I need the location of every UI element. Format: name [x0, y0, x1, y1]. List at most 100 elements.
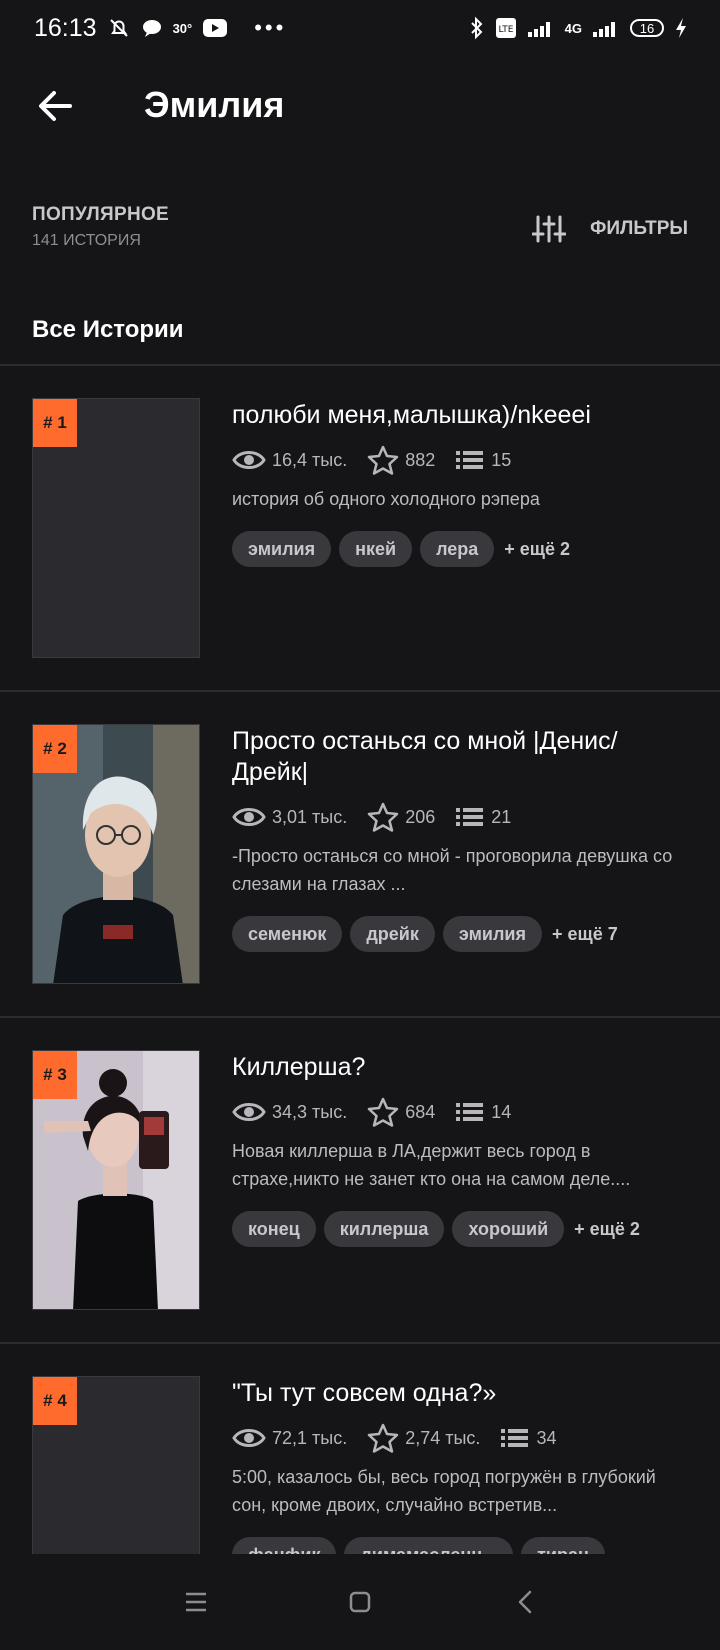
svg-text:LTE: LTE	[498, 25, 513, 35]
votes-count: 206	[405, 806, 436, 827]
rank-badge: # 3	[33, 1051, 77, 1099]
tag-chip[interactable]: киллерша	[323, 1211, 445, 1247]
star-icon	[367, 1423, 399, 1453]
parts-count: 21	[491, 806, 512, 827]
sliders-icon	[532, 215, 567, 243]
arrow-left-icon	[39, 91, 72, 121]
signal-icon-2	[593, 22, 615, 37]
views-stat: 34,3 тыс.	[232, 1100, 347, 1124]
status-time: 16:13	[34, 13, 97, 42]
signal-icon	[527, 22, 550, 37]
back-nav-button[interactable]	[502, 1578, 550, 1626]
story-stats: 3,01 тыс. 206 21	[232, 802, 688, 832]
story-stats: 34,3 тыс. 684 14	[232, 1097, 688, 1127]
star-icon	[367, 802, 399, 832]
list-icon	[456, 808, 484, 826]
parts-count: 15	[491, 449, 512, 470]
tag-list: семенюк дрейк эмилия + ещё 7	[232, 916, 688, 952]
story-stats: 16,4 тыс. 882 15	[232, 445, 688, 475]
views-count: 16,4 тыс.	[272, 449, 348, 470]
tag-chip[interactable]: семенюк	[232, 916, 343, 952]
more-tags-link[interactable]: + ещё 2	[504, 539, 570, 560]
story-cover[interactable]: # 4	[32, 1376, 200, 1554]
volte-icon: LTE	[495, 18, 516, 38]
rank-badge: # 4	[33, 1377, 77, 1425]
eye-icon	[232, 451, 266, 469]
menu-icon	[186, 1592, 206, 1612]
list-icon	[501, 1429, 529, 1447]
story-item[interactable]: # 2 Просто останься со мной |Денис/Дрейк…	[0, 692, 720, 1018]
chevron-left-icon	[518, 1590, 532, 1614]
status-bar: 16:13 30° ••• LTE 4G 16	[0, 0, 720, 56]
votes-stat: 2,74 тыс.	[367, 1423, 480, 1453]
story-cover[interactable]: # 1	[32, 398, 200, 658]
tag-list: конец киллерша хороший + ещё 2	[232, 1211, 688, 1247]
back-button[interactable]	[36, 86, 76, 126]
youtube-icon	[203, 19, 228, 37]
tag-chip[interactable]: нкей	[339, 531, 413, 567]
filter-label: ФИЛЬТРЫ	[590, 218, 688, 239]
system-nav-bar	[0, 1556, 720, 1650]
more-tags-link[interactable]: + ещё 2	[574, 1219, 640, 1240]
rank-badge: # 2	[33, 725, 77, 773]
story-description: Новая киллерша в ЛА,держит весь город в …	[232, 1141, 631, 1189]
tag-chip[interactable]: лера	[420, 531, 495, 567]
bluetooth-icon	[470, 16, 483, 40]
tag-chip[interactable]: хороший	[452, 1211, 565, 1247]
story-title[interactable]: "Ты тут совсем одна?»	[232, 1378, 688, 1409]
muted-bell-icon	[109, 19, 128, 37]
story-cover[interactable]: # 2	[32, 724, 200, 984]
story-title[interactable]: Просто останься со мной |Денис/Дрейк|	[232, 726, 688, 788]
tag-chip[interactable]: фанфик	[232, 1537, 337, 1554]
tag-chip[interactable]: конец	[232, 1211, 316, 1247]
parts-count: 14	[491, 1101, 512, 1122]
list-icon	[456, 451, 484, 469]
more-tags-link[interactable]: + ещё 7	[552, 924, 618, 945]
tag-chip[interactable]: тиран	[521, 1537, 605, 1554]
more-notifications-icon: •••	[254, 15, 287, 40]
star-icon	[367, 1097, 399, 1127]
story-item[interactable]: # 3 Киллерша? 34,3 тыс. 684 14 Новая кил…	[0, 1018, 720, 1344]
eye-icon	[232, 1103, 266, 1121]
tag-chip[interactable]: эмилия	[442, 916, 542, 952]
views-stat: 72,1 тыс.	[232, 1426, 347, 1450]
parts-count: 34	[536, 1427, 557, 1448]
views-count: 34,3 тыс.	[272, 1101, 348, 1122]
story-item[interactable]: # 4 "Ты тут совсем одна?» 72,1 тыс. 2,74…	[0, 1344, 720, 1554]
tag-chip[interactable]: димамасленн...	[344, 1537, 514, 1554]
story-description: история об одного холодного рэпера	[232, 489, 540, 509]
votes-stat: 882	[367, 445, 435, 475]
parts-stat: 21	[455, 805, 511, 829]
parts-stat: 15	[455, 448, 511, 472]
parts-stat: 34	[500, 1426, 556, 1450]
section-title: Все Истории	[32, 316, 184, 343]
votes-count: 684	[405, 1101, 436, 1122]
tag-chip[interactable]: дрейк	[350, 916, 435, 952]
home-nav-button[interactable]	[336, 1578, 384, 1626]
network-type: 4G	[564, 20, 582, 36]
story-item[interactable]: # 1 полюби меня,малышка)/nkeeei 16,4 тыс…	[0, 366, 720, 692]
tag-list: эмилия нкей лера + ещё 2	[232, 531, 688, 567]
sort-bar: ПОПУЛЯРНОЕ 141 ИСТОРИЯ ФИЛЬТРЫ	[32, 204, 688, 264]
eye-icon	[232, 1429, 266, 1447]
eye-icon	[232, 808, 266, 826]
tag-chip[interactable]: эмилия	[232, 531, 332, 567]
votes-count: 882	[405, 449, 436, 470]
menu-nav-button[interactable]	[172, 1578, 220, 1626]
views-stat: 3,01 тыс.	[232, 805, 347, 829]
story-title[interactable]: Киллерша?	[232, 1052, 688, 1083]
star-icon	[367, 445, 399, 475]
list-icon	[456, 1103, 484, 1121]
story-cover[interactable]: # 3	[32, 1050, 200, 1310]
tag-list: фанфик димамасленн... тиран	[232, 1537, 688, 1554]
rank-badge: # 1	[33, 399, 77, 447]
top-bar: Эмилия	[0, 68, 720, 148]
battery-icon: 16	[630, 19, 664, 37]
parts-stat: 14	[455, 1100, 511, 1124]
views-count: 3,01 тыс.	[272, 806, 348, 827]
votes-count: 2,74 тыс.	[405, 1427, 481, 1448]
views-count: 72,1 тыс.	[272, 1427, 348, 1448]
filter-button[interactable]: ФИЛЬТРЫ	[532, 214, 688, 244]
story-stats: 72,1 тыс. 2,74 тыс. 34	[232, 1423, 688, 1453]
story-title[interactable]: полюби меня,малышка)/nkeeei	[232, 400, 688, 431]
